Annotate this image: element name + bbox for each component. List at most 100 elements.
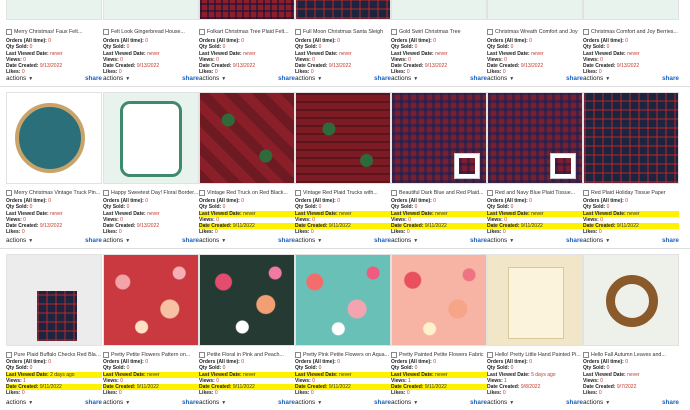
stat-qty-value: 0 bbox=[126, 365, 130, 372]
stat-last-viewed-value: never bbox=[243, 371, 256, 378]
card-actions-row: actions ▼ share bbox=[6, 397, 102, 407]
share-link[interactable]: share bbox=[182, 399, 199, 406]
select-checkbox[interactable] bbox=[583, 352, 589, 358]
select-checkbox[interactable] bbox=[199, 352, 205, 358]
stat-orders-value: 0 bbox=[337, 359, 341, 365]
product-title[interactable]: Pretty Pink Petite Flowers on Aqua... bbox=[303, 352, 389, 358]
stat-date-created-value: 9/7/2022 bbox=[616, 384, 637, 391]
stat-qty-label: Qty Sold: bbox=[583, 365, 606, 372]
stat-likes: Likes: 0 bbox=[583, 390, 679, 396]
product-thumbnail[interactable] bbox=[391, 254, 487, 346]
product-card: Pretty Pink Petite Flowers on Aqua... Ord… bbox=[295, 0, 391, 410]
select-checkbox[interactable] bbox=[295, 352, 301, 358]
stat-likes-value: 0 bbox=[21, 390, 25, 397]
stat-qty-label: Qty Sold: bbox=[391, 365, 414, 372]
card-actions-row: actions ▼ share bbox=[295, 397, 391, 407]
actions-label: actions bbox=[391, 398, 412, 406]
stat-views-value: 1 bbox=[23, 377, 26, 384]
product-title[interactable]: Hello Fall Autumn Leaves and... bbox=[591, 352, 666, 358]
stat-orders-value: 0 bbox=[241, 359, 245, 365]
share-link[interactable]: share bbox=[566, 399, 583, 406]
stat-likes-label: Likes: bbox=[487, 390, 502, 397]
select-checkbox[interactable] bbox=[487, 352, 493, 358]
row-divider bbox=[0, 86, 690, 87]
product-stats: Orders (All time): 0 Qty Sold: 0 Last View… bbox=[487, 359, 583, 397]
stat-last-viewed-value: 2 days ago bbox=[50, 371, 75, 378]
product-thumbnail[interactable] bbox=[103, 254, 199, 346]
stat-last-viewed-label: Last Viewed Date: bbox=[295, 371, 338, 378]
product-stats: Orders (All time): 0 Qty Sold: 0 Last View… bbox=[103, 359, 199, 397]
share-link[interactable]: share bbox=[85, 399, 102, 406]
stat-likes: Likes: 0 bbox=[6, 390, 102, 396]
select-checkbox[interactable] bbox=[391, 352, 397, 358]
chevron-down-icon: ▼ bbox=[317, 399, 323, 406]
share-link[interactable]: share bbox=[470, 399, 487, 406]
actions-dropdown[interactable]: actions ▼ bbox=[487, 399, 514, 406]
stat-orders-value: 0 bbox=[529, 359, 533, 365]
actions-dropdown[interactable]: actions ▼ bbox=[6, 399, 33, 406]
product-card: Hello! Pretty Little Hand Painted Pi... O… bbox=[487, 0, 583, 410]
share-link[interactable]: share bbox=[278, 399, 295, 406]
product-stats: Orders (All time): 0 Qty Sold: 0 Last View… bbox=[391, 359, 487, 397]
stat-orders-value: 0 bbox=[433, 359, 437, 365]
product-card: Pretty Petite Flowers Pattern on... Order… bbox=[103, 0, 199, 410]
product-title[interactable]: Petite Floral in Pink and Peach... bbox=[207, 352, 284, 358]
stat-views-label: Views: bbox=[487, 377, 503, 384]
actions-dropdown[interactable]: actions ▼ bbox=[583, 399, 610, 406]
chevron-down-icon: ▼ bbox=[605, 399, 611, 406]
stat-likes: Likes: 0 bbox=[487, 390, 583, 396]
select-checkbox[interactable] bbox=[6, 352, 12, 358]
chevron-down-icon: ▼ bbox=[221, 399, 227, 406]
select-checkbox[interactable] bbox=[103, 352, 109, 358]
product-thumbnail[interactable] bbox=[295, 254, 391, 346]
actions-dropdown[interactable]: actions ▼ bbox=[199, 399, 226, 406]
stat-qty-value: 0 bbox=[222, 365, 226, 372]
stat-orders-label: Orders (All time): bbox=[6, 359, 47, 365]
stat-views-label: Views: bbox=[295, 377, 311, 384]
actions-dropdown[interactable]: actions ▼ bbox=[103, 399, 130, 406]
product-card: Pure Plaid Buffalo Checks Red Blac... Ord… bbox=[6, 0, 102, 410]
product-thumbnail[interactable] bbox=[199, 254, 295, 346]
stat-qty-value: 0 bbox=[414, 365, 418, 372]
stat-likes: Likes: 0 bbox=[391, 390, 487, 396]
actions-label: actions bbox=[6, 398, 27, 406]
stat-date-created-value: 9/11/2022 bbox=[232, 384, 255, 391]
product-thumbnail[interactable] bbox=[6, 254, 102, 346]
share-link[interactable]: share bbox=[374, 399, 391, 406]
stat-likes-label: Likes: bbox=[295, 390, 310, 397]
stat-views-label: Views: bbox=[583, 377, 599, 384]
product-thumbnail[interactable] bbox=[487, 254, 583, 346]
stat-date-created-label: Date Created: bbox=[391, 384, 424, 391]
stat-orders-label: Orders (All time): bbox=[199, 359, 240, 365]
stat-views-value: 1 bbox=[504, 377, 507, 384]
stat-views-label: Views: bbox=[391, 377, 407, 384]
stat-likes-label: Likes: bbox=[391, 390, 406, 397]
chevron-down-icon: ▼ bbox=[28, 399, 34, 406]
stat-orders-label: Orders (All time): bbox=[487, 359, 528, 365]
card-actions-row: actions ▼ share bbox=[583, 397, 679, 407]
stat-likes-label: Likes: bbox=[6, 390, 21, 397]
row-divider bbox=[0, 248, 690, 249]
stat-qty-value: 0 bbox=[510, 365, 514, 372]
stat-qty-label: Qty Sold: bbox=[103, 365, 126, 372]
product-title[interactable]: Hello! Pretty Little Hand Painted Pi... bbox=[495, 352, 581, 358]
stat-orders-label: Orders (All time): bbox=[583, 359, 624, 365]
actions-label: actions bbox=[199, 398, 220, 406]
product-title[interactable]: Pure Plaid Buffalo Checks Red Blac... bbox=[14, 352, 102, 358]
share-link[interactable]: share bbox=[662, 399, 679, 406]
product-thumbnail[interactable] bbox=[583, 254, 679, 346]
plaid-box-icon bbox=[37, 291, 77, 341]
stat-orders-label: Orders (All time): bbox=[295, 359, 336, 365]
stat-likes-value: 0 bbox=[214, 390, 218, 397]
stat-views-value: 0 bbox=[600, 377, 603, 384]
stat-date-created-value: 9/8/2022 bbox=[520, 384, 541, 391]
stat-views-value: 0 bbox=[216, 377, 219, 384]
actions-dropdown[interactable]: actions ▼ bbox=[391, 399, 418, 406]
actions-dropdown[interactable]: actions ▼ bbox=[295, 399, 322, 406]
product-title[interactable]: Pretty Petite Flowers Pattern on... bbox=[111, 352, 190, 358]
card-actions-row: actions ▼ share bbox=[103, 397, 199, 407]
stat-qty-value: 0 bbox=[29, 365, 33, 372]
stat-likes: Likes: 0 bbox=[295, 390, 391, 396]
product-title[interactable]: Pretty Painted Petite Flowers Fabric bbox=[399, 352, 484, 358]
stat-views-label: Views: bbox=[199, 377, 215, 384]
